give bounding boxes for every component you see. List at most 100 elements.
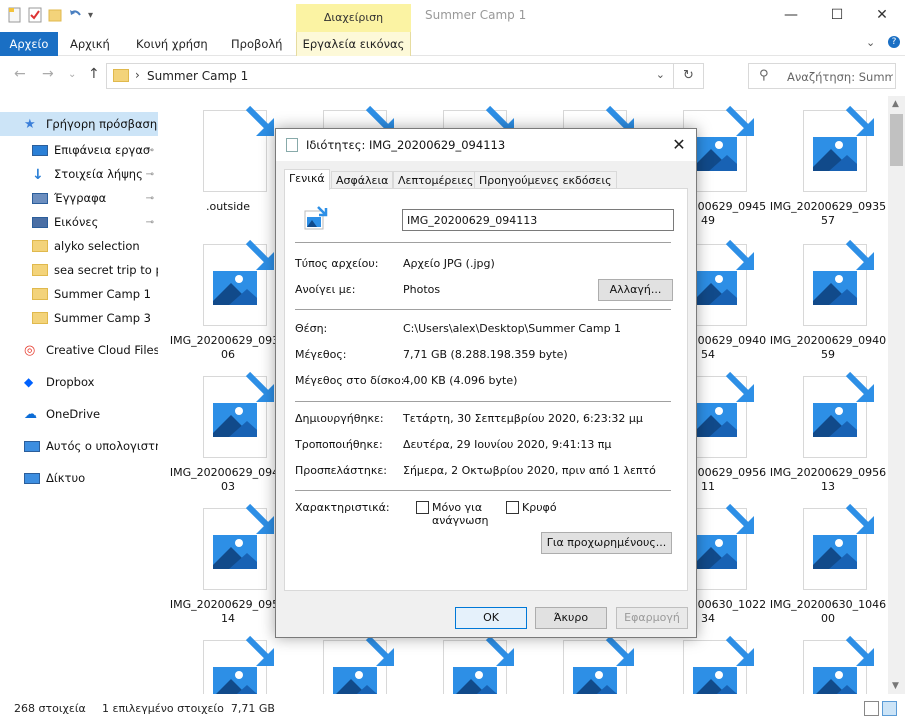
close-button[interactable]: ✕ xyxy=(859,0,905,30)
file-tile[interactable]: .outside xyxy=(168,96,288,226)
vertical-scrollbar[interactable]: ▲ ▼ xyxy=(888,96,905,694)
back-button[interactable]: ← xyxy=(14,66,26,82)
customize-toolbar-icon[interactable]: ▾ xyxy=(88,10,93,21)
maximize-button[interactable]: ☐ xyxy=(814,0,860,30)
tab-security[interactable]: Ασφάλεια xyxy=(331,171,394,189)
breadcrumb-path[interactable]: Summer Camp 1 xyxy=(147,69,248,83)
sidebar-item[interactable]: Αυτός ο υπολογιστής xyxy=(0,434,158,458)
separator xyxy=(295,242,671,243)
file-name: IMG_20200629_094103 xyxy=(169,466,287,493)
up-button[interactable]: ↑ xyxy=(88,66,100,82)
shortcut-arrow-icon xyxy=(245,105,274,136)
file-name: IMG_20200629_093557 xyxy=(769,200,887,227)
tab-general[interactable]: Γενικά xyxy=(284,169,330,190)
shortcut-arrow-icon xyxy=(485,635,514,666)
apply-button[interactable]: Εφαρμογή xyxy=(616,607,688,629)
filename-input[interactable] xyxy=(402,209,674,231)
file-icon[interactable] xyxy=(8,7,22,23)
sidebar-item[interactable]: ↓ Στοιχεία λήψης ⊸ xyxy=(0,162,158,186)
refresh-button[interactable]: ↻ xyxy=(673,64,703,88)
tab-view[interactable]: Προβολή xyxy=(231,32,282,56)
sidebar-item[interactable]: Summer Camp 1 xyxy=(0,282,158,306)
pin-icon[interactable]: ⊸ xyxy=(146,193,154,204)
scroll-thumb[interactable] xyxy=(890,114,903,166)
shortcut-arrow-icon xyxy=(245,635,274,666)
sidebar-item[interactable]: ★ Γρήγορη πρόσβαση xyxy=(0,112,158,136)
dialog-close-button[interactable]: ✕ xyxy=(668,134,690,156)
ribbon-collapse-icon[interactable]: ⌄ xyxy=(866,36,875,49)
sidebar-item-label: Summer Camp 3 xyxy=(54,311,152,325)
file-tile[interactable]: IMG_20200629_095613 xyxy=(768,362,888,493)
created-label: Δημιουργήθηκε: xyxy=(295,412,384,425)
file-name: IMG_20200629_093606 xyxy=(169,334,287,361)
help-icon[interactable]: ? xyxy=(888,36,900,48)
separator xyxy=(295,401,671,402)
file-tile[interactable]: IMG_20200629_093606 xyxy=(168,230,288,361)
pin-icon[interactable]: ⊸ xyxy=(146,145,154,156)
undo-icon[interactable] xyxy=(68,7,82,23)
search-box[interactable]: ⚲ Αναζήτηση: Summer Camp 1 xyxy=(748,63,896,89)
sidebar-item[interactable]: alyko selection xyxy=(0,234,158,258)
sidebar-item-label: alyko selection xyxy=(54,239,140,253)
sidebar-item[interactable]: sea secret trip to paros xyxy=(0,258,158,282)
sidebar-item[interactable]: ☁ OneDrive xyxy=(0,402,158,426)
tab-details[interactable]: Λεπτομέρειες xyxy=(393,171,479,189)
file-tile[interactable] xyxy=(168,626,288,694)
properties-icon[interactable] xyxy=(28,7,42,23)
accessed-value: Σήμερα, 2 Οκτωβρίου 2020, πριν από 1 λεπ… xyxy=(403,464,656,477)
breadcrumb-chevron-icon[interactable]: › xyxy=(135,68,140,82)
accessed-label: Προσπελάστηκε: xyxy=(295,464,387,477)
sidebar-item[interactable]: ◎ Creative Cloud Files xyxy=(0,338,158,362)
shortcut-arrow-icon xyxy=(605,635,634,666)
tab-share[interactable]: Κοινή χρήση xyxy=(136,32,208,56)
location-label: Θέση: xyxy=(295,322,328,335)
new-folder-icon[interactable] xyxy=(48,7,62,23)
ok-button[interactable]: OK xyxy=(455,607,527,629)
large-icons-view-icon[interactable] xyxy=(882,701,897,716)
tab-picture-tools[interactable]: Εργαλεία εικόνας xyxy=(296,32,411,56)
file-tile[interactable]: IMG_20200630_104600 xyxy=(768,494,888,625)
forward-button[interactable]: → xyxy=(42,66,54,82)
pin-icon[interactable]: ⊸ xyxy=(146,217,154,228)
file-tile[interactable] xyxy=(768,626,888,694)
sidebar-item[interactable]: ◆ Dropbox xyxy=(0,370,158,394)
sidebar-item[interactable]: Summer Camp 3 xyxy=(0,306,158,330)
recent-locations-button[interactable]: ⌄ xyxy=(68,69,76,80)
tab-home[interactable]: Αρχική xyxy=(70,32,110,56)
file-tile[interactable]: IMG_20200629_093557 xyxy=(768,96,888,227)
folder-icon xyxy=(32,312,48,324)
scroll-down-icon[interactable]: ▼ xyxy=(892,681,899,691)
tab-file[interactable]: Αρχείο xyxy=(0,32,58,56)
folder-icon xyxy=(32,240,48,252)
sidebar-item[interactable]: Εικόνες ⊸ xyxy=(0,210,158,234)
shortcut-arrow-icon xyxy=(725,239,754,270)
cancel-button[interactable]: Άκυρο xyxy=(535,607,607,629)
file-name: IMG_20200629_095613 xyxy=(769,466,887,493)
sidebar-item-label: Αυτός ο υπολογιστής xyxy=(46,439,158,453)
sidebar-item-label: Creative Cloud Files xyxy=(46,343,158,357)
hidden-checkbox[interactable] xyxy=(506,501,519,514)
file-tile[interactable]: IMG_20200629_095614 xyxy=(168,494,288,625)
file-name: IMG_20200629_094059 xyxy=(769,334,887,361)
change-button[interactable]: Αλλαγή... xyxy=(598,279,673,301)
search-input[interactable]: Αναζήτηση: Summer Camp 1 xyxy=(787,70,893,84)
sidebar-item[interactable]: Δίκτυο xyxy=(0,466,158,490)
sidebar-item[interactable]: Επιφάνεια εργασίας⊸ xyxy=(0,138,158,162)
address-dropdown-icon[interactable]: ⌄ xyxy=(656,68,665,81)
readonly-checkbox[interactable] xyxy=(416,501,429,514)
sidebar-item-label: sea secret trip to paros xyxy=(54,263,158,277)
sidebar-item[interactable]: Έγγραφα ⊸ xyxy=(0,186,158,210)
shortcut-arrow-icon xyxy=(845,371,874,402)
pin-icon[interactable]: ⊸ xyxy=(146,169,154,180)
shortcut-arrow-icon xyxy=(365,635,394,666)
shortcut-arrow-icon xyxy=(845,105,874,136)
advanced-button[interactable]: Για προχωρημένους... xyxy=(541,532,672,554)
file-name: IMG_20200630_104600 xyxy=(769,598,887,625)
scroll-up-icon[interactable]: ▲ xyxy=(892,99,899,109)
file-tile[interactable]: IMG_20200629_094103 xyxy=(168,362,288,493)
tab-previous-versions[interactable]: Προηγούμενες εκδόσεις xyxy=(474,171,617,189)
details-view-icon[interactable] xyxy=(864,701,879,716)
minimize-button[interactable]: — xyxy=(768,0,814,30)
address-bar[interactable]: › Summer Camp 1 ⌄ ↻ xyxy=(106,63,704,89)
file-tile[interactable]: IMG_20200629_094059 xyxy=(768,230,888,361)
